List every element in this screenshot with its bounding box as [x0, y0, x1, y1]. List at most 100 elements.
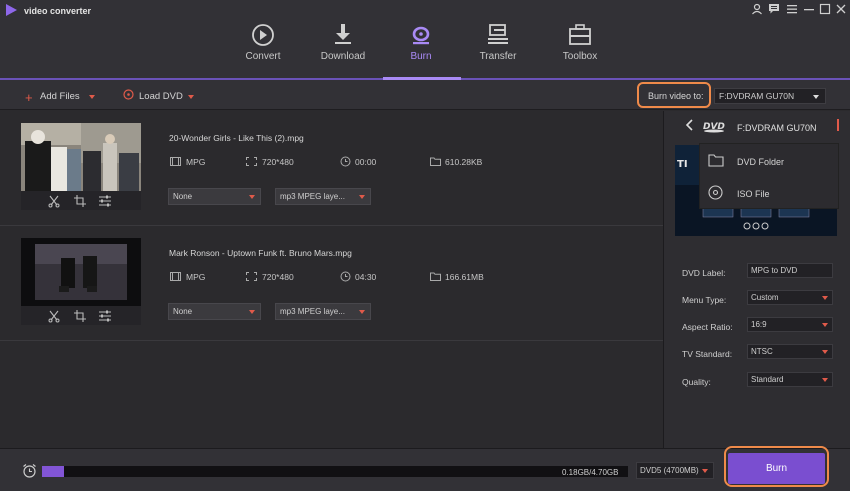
burn-to-label: Burn video to:: [637, 82, 711, 108]
file-duration: 00:00: [355, 157, 377, 167]
load-dvd-button[interactable]: Load DVD: [139, 91, 183, 102]
audio-select[interactable]: mp3 MPEG laye...: [275, 303, 371, 320]
tv-standard-value: NTSC: [751, 347, 773, 356]
disc-usage-text: 0.18GB/4.70GB: [562, 468, 619, 477]
burn-to-value: F:DVDRAM GU70N: [719, 91, 795, 101]
disc-type-select[interactable]: DVD5 (4700MB): [636, 462, 714, 479]
menu-item-dvd-folder[interactable]: DVD Folder: [700, 145, 840, 177]
tab-convert[interactable]: Convert: [223, 22, 303, 78]
effects-icon[interactable]: [98, 194, 112, 208]
tab-download[interactable]: Download: [303, 22, 383, 78]
chevron-down-icon: [188, 94, 194, 99]
account-icon[interactable]: [751, 3, 763, 15]
crop-icon[interactable]: [73, 309, 87, 323]
file-duration: 04:30: [355, 272, 377, 282]
add-files-dropdown[interactable]: [89, 91, 95, 101]
minimize-icon[interactable]: [803, 3, 815, 15]
dvd-logo-icon: DVD: [703, 120, 727, 135]
chevron-down-icon: [822, 296, 828, 300]
tv-standard-select[interactable]: NTSC: [747, 344, 833, 359]
menu-icon[interactable]: [786, 3, 798, 15]
resolution-icon: [246, 272, 257, 281]
tab-transfer-label: Transfer: [479, 51, 517, 62]
tab-transfer[interactable]: Transfer: [458, 22, 538, 78]
toolbox-icon: [566, 22, 594, 48]
tab-toolbox[interactable]: Toolbox: [540, 22, 620, 78]
crop-icon[interactable]: [73, 194, 87, 208]
app-title: video converter: [24, 6, 92, 16]
close-icon[interactable]: [835, 3, 847, 15]
add-icon: +: [25, 90, 33, 105]
quality-label: Quality:: [682, 377, 711, 387]
tab-burn[interactable]: Burn: [381, 22, 461, 78]
cut-icon[interactable]: [47, 309, 61, 323]
aspect-ratio-select[interactable]: 16:9: [747, 317, 833, 332]
chevron-down-icon: [359, 310, 365, 314]
thumbnail-image: [21, 238, 141, 306]
thumbnail-toolbar: [21, 306, 141, 325]
chevron-down-icon: [813, 95, 819, 99]
message-icon[interactable]: [768, 3, 780, 15]
video-thumbnail[interactable]: [21, 123, 141, 210]
chevron-down-icon: [822, 350, 828, 354]
menu-type-label: Menu Type:: [682, 295, 727, 305]
subtitle-select[interactable]: None: [168, 303, 261, 320]
app-logo-icon: [6, 4, 17, 16]
file-format: MPG: [186, 157, 206, 167]
audio-select[interactable]: mp3 MPEG laye...: [275, 188, 371, 205]
thumbnail-image: [21, 123, 141, 191]
quality-value: Standard: [751, 375, 784, 384]
folder-icon: [430, 272, 441, 281]
audio-value: mp3 MPEG laye...: [280, 307, 345, 316]
back-chevron-icon[interactable]: [685, 119, 695, 133]
file-format: MPG: [186, 272, 206, 282]
maximize-icon[interactable]: [819, 3, 831, 15]
file-name: 20-Wonder Girls - Like This (2).mpg: [169, 133, 304, 143]
tab-download-label: Download: [320, 51, 366, 62]
menu-item-iso-file[interactable]: ISO File: [700, 177, 840, 209]
disc-usage-bar: [42, 466, 628, 477]
folder-icon: [430, 157, 441, 166]
audio-value: mp3 MPEG laye...: [280, 192, 345, 201]
convert-icon: [249, 22, 277, 48]
folder-icon: [708, 153, 724, 169]
cut-icon[interactable]: [47, 194, 61, 208]
subtitle-value: None: [173, 192, 193, 201]
load-dvd-dropdown[interactable]: [188, 91, 194, 101]
panel-edge-marker: [837, 119, 845, 131]
tab-toolbox-label: Toolbox: [562, 51, 598, 62]
file-name: Mark Ronson - Uptown Funk ft. Bruno Mars…: [169, 248, 352, 258]
download-icon: [329, 22, 357, 48]
dvd-label-input[interactable]: MPG to DVD: [747, 263, 833, 278]
quality-select[interactable]: Standard: [747, 372, 833, 387]
video-thumbnail[interactable]: [21, 238, 141, 325]
chevron-down-icon: [249, 195, 255, 199]
burn-to-select[interactable]: F:DVDRAM GU70N: [714, 88, 826, 104]
chevron-down-icon: [702, 469, 708, 473]
tab-convert-label: Convert: [245, 51, 281, 62]
chevron-down-icon: [359, 195, 365, 199]
menu-type-select[interactable]: Custom: [747, 290, 833, 305]
drive-name: F:DVDRAM GU70N: [737, 123, 817, 133]
tab-burn-label: Burn: [410, 51, 432, 62]
aspect-ratio-value: 16:9: [751, 320, 767, 329]
transfer-icon: [484, 22, 512, 48]
subtitle-select[interactable]: None: [168, 188, 261, 205]
file-size: 610.28KB: [445, 157, 483, 167]
menu-item-label: ISO File: [737, 189, 770, 199]
thumbnail-toolbar: [21, 191, 141, 210]
chevron-down-icon: [249, 310, 255, 314]
dvd-label-label: DVD Label:: [682, 268, 726, 278]
svg-text:TI: TI: [677, 159, 688, 170]
add-files-button[interactable]: Add Files: [40, 91, 80, 102]
alarm-clock-icon[interactable]: [22, 463, 37, 480]
format-icon: [170, 157, 181, 166]
clock-icon: [340, 271, 351, 282]
chevron-down-icon: [822, 323, 828, 327]
disc-type-value: DVD5 (4700MB): [640, 466, 699, 475]
chevron-down-icon: [822, 378, 828, 382]
file-size: 166.61MB: [445, 272, 484, 282]
burn-button[interactable]: Burn: [728, 453, 825, 484]
disc-usage-fill: [42, 466, 64, 477]
effects-icon[interactable]: [98, 309, 112, 323]
